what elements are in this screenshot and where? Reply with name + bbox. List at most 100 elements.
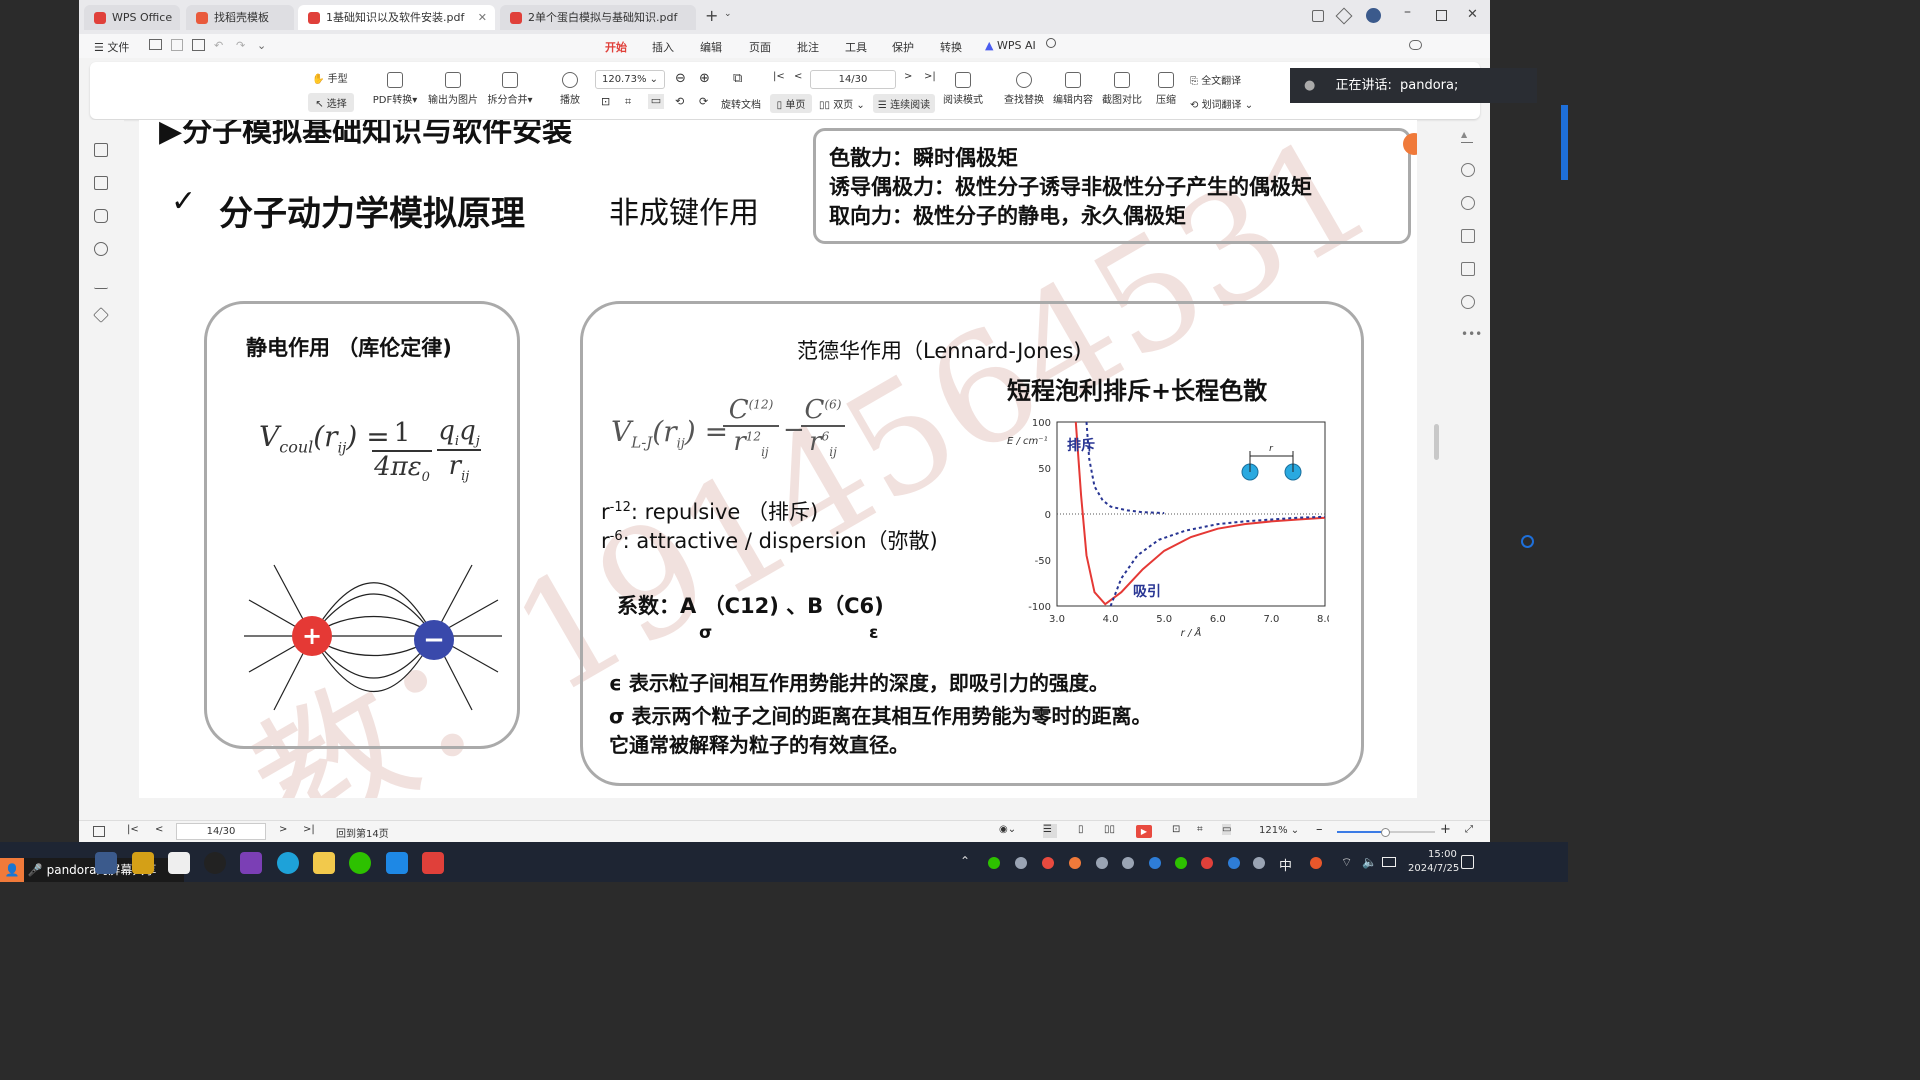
edge-icon[interactable] [277,852,299,874]
share-indicator[interactable]: 👤 🎤 pandora的屏幕共享 [0,858,184,882]
find-replace-button[interactable]: 查找替换 [1003,72,1045,106]
comment-icon[interactable] [94,209,108,223]
menu-protect[interactable]: 保护 [892,39,914,55]
last-page-icon[interactable]: >| [924,71,936,82]
add-tab-icon[interactable]: + [705,6,718,25]
qq-icon[interactable] [204,852,226,874]
tray-steam-icon[interactable] [1122,857,1134,869]
taskbar-app-3[interactable] [168,852,190,874]
menu-tools[interactable]: 工具 [845,39,867,55]
chevron-down-icon[interactable]: ⌄ [257,39,266,52]
wifi-icon[interactable]: ⌔ [1341,855,1352,870]
chevron-down-icon[interactable]: ⌄ [724,9,732,19]
onenote-icon[interactable] [240,852,262,874]
edit-content-button[interactable]: 编辑内容 [1052,72,1094,106]
close-icon[interactable]: ✕ [478,5,487,30]
redo-icon[interactable]: ↷ [236,39,245,52]
tray-wechat2-icon[interactable] [1175,857,1187,869]
zoom-slider[interactable] [1337,828,1435,837]
undo-icon[interactable]: ↶ [214,39,223,52]
view-single-icon[interactable]: ▯ [1078,824,1084,835]
notification-icon[interactable] [1461,855,1474,869]
screenshot-compare-button[interactable]: 截图对比 [1101,72,1143,106]
back-to-page-link[interactable]: 回到第14页 [336,825,389,840]
pdf-convert-button[interactable]: PDF转换▾ [370,72,420,106]
settings-icon[interactable] [1461,229,1475,243]
save-icon[interactable] [171,39,183,51]
full-translate-button[interactable]: ⎘ 全文翻译 [1190,72,1241,87]
clock-time[interactable]: 15:00 [1428,849,1457,860]
tab-pdf-2[interactable]: 2单个蛋白模拟与基础知识.pdf [500,5,696,30]
zoom-in-icon[interactable]: + [1440,822,1451,837]
view-double-icon[interactable]: ▯▯ [1104,824,1115,835]
next-page-icon[interactable]: > [904,71,912,82]
zoom-in-icon[interactable]: ⊕ [699,71,710,86]
tray-icon-11[interactable] [1253,857,1265,869]
thumbnail-icon[interactable] [94,176,108,190]
zoom-out-icon[interactable]: ⊖ [675,71,686,86]
wps-icon[interactable] [422,852,444,874]
help-icon[interactable] [1461,295,1475,309]
prev-page-icon[interactable]: < [155,824,163,835]
play-button[interactable]: 播放 [555,72,585,106]
double-page-button[interactable]: ▯▯ 双页 ⌄ [819,96,865,111]
volume-icon[interactable]: 🔈 [1362,855,1377,869]
menu-convert[interactable]: 转换 [940,39,962,55]
menu-start[interactable]: 开始 [605,39,627,55]
battery-icon[interactable] [1382,857,1396,867]
status-zoom[interactable]: 121% ⌄ [1259,825,1299,836]
minimize-icon[interactable]: – [1404,4,1411,20]
first-page-icon[interactable]: |< [773,71,785,82]
tab-pdf-1[interactable]: 1基础知识以及软件安装.pdf ✕ [298,5,495,30]
crop-icon[interactable]: ⌗ [625,95,631,109]
search-icon[interactable] [1046,38,1056,48]
attachment-icon[interactable] [94,242,108,256]
tray-icon-5[interactable] [1096,857,1108,869]
bluetooth-icon[interactable] [1228,857,1240,869]
zoom-select[interactable]: 120.73% ⌄ [595,70,665,89]
taskbar-app-2[interactable] [132,852,154,874]
tray-icon-12[interactable] [1310,857,1322,869]
tray-icon-3[interactable] [1042,857,1054,869]
zoom-slider-thumb[interactable] [1381,828,1390,837]
menu-page[interactable]: 页面 [749,39,771,55]
tray-icon-4[interactable] [1069,857,1081,869]
print-icon[interactable] [192,39,205,51]
cloud-icon[interactable] [1409,40,1422,50]
select-tool-button[interactable]: ↖ 选择 [308,93,354,112]
open-icon[interactable] [149,39,162,50]
hand-tool-button[interactable]: ✋ 手型 [312,70,348,85]
cube-icon[interactable] [1335,7,1353,25]
continuous-button[interactable]: ☰ 连续阅读 [873,94,935,113]
sidebar-toggle-icon[interactable] [93,826,105,837]
ime-indicator[interactable]: 中 [1279,855,1292,874]
view-continuous-icon[interactable]: ☰ [1043,824,1057,838]
chevron-up-icon[interactable]: ⌃ [960,854,970,868]
avatar[interactable] [1366,8,1381,23]
page-input[interactable]: 14/30 [810,70,896,89]
layers-icon[interactable] [93,307,109,323]
fit-width-icon[interactable]: ⊡ [1172,824,1180,835]
menu-wps-ai[interactable]: ▲ WPS AI [985,39,1036,52]
fit-page-icon[interactable]: ⌗ [1197,824,1203,835]
rotate-left-icon[interactable]: ⟲ [675,95,684,108]
tab-template[interactable]: 找稻壳模板 [186,5,294,30]
rotate-doc-button[interactable]: 旋转文档 [721,96,761,111]
menu-file[interactable]: ☰ 文件 [94,39,129,55]
remote-icon[interactable] [386,852,408,874]
play-icon[interactable]: ▶ [1136,825,1152,838]
reading-mode-button[interactable]: 阅读模式 [942,72,984,106]
prev-page-icon[interactable]: < [794,71,802,82]
status-page-input[interactable]: 14/30 [176,823,266,840]
fullscreen-icon[interactable]: ⤢ [1465,824,1473,835]
first-page-icon[interactable]: |< [127,824,139,835]
zoom-out-icon[interactable]: – [1316,822,1323,837]
more-icon[interactable]: ••• [1461,327,1482,341]
export-image-button[interactable]: 输出为图片 [427,72,479,106]
single-page-button[interactable]: ▯ 单页 [770,94,812,113]
signature-icon[interactable] [94,275,108,289]
eye-icon[interactable]: ◉⌄ [999,824,1016,835]
next-page-icon[interactable]: > [279,824,287,835]
clock-date[interactable]: 2024/7/25 [1408,863,1459,874]
menu-insert[interactable]: 插入 [652,39,674,55]
